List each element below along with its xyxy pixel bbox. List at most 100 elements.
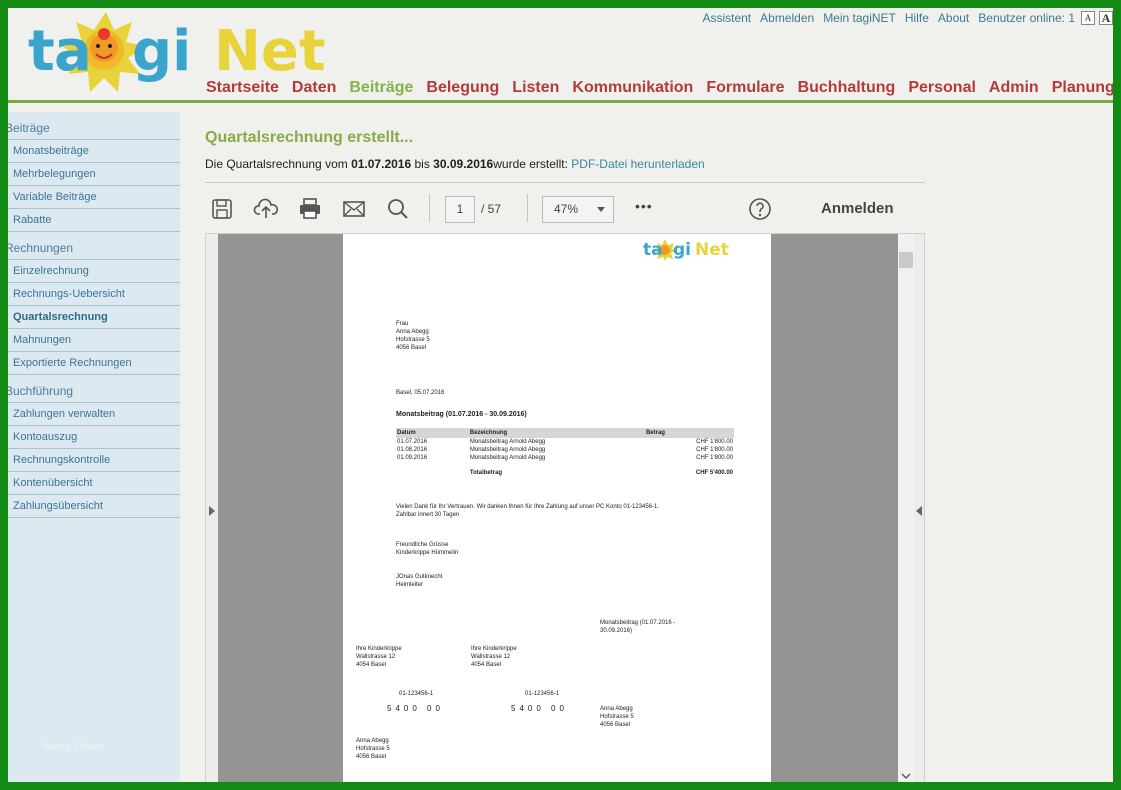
sidebar-footer-link[interactable]: Vortag / Ideen [42, 742, 104, 753]
nav-beitraege[interactable]: Beiträge [349, 79, 413, 97]
table-total-row: Totalbetrag CHF 5'400.00 [396, 462, 734, 477]
pdf-account-b: 01-123456-1 [525, 691, 560, 697]
top-link-abmelden[interactable]: Abmelden [760, 11, 814, 25]
cloud-upload-icon[interactable] [253, 196, 279, 222]
pdf-payer-left: Anna Abegg Hofstrasse 5 4056 Basel [356, 737, 390, 761]
table-row: 01.09.2016 Monatsbeitrag Arnold Abegg CH… [396, 454, 734, 462]
pdf-slip-line: 4054 Basel [356, 662, 387, 668]
top-links: Assistent Abmelden Mein tagiNET Hilfe Ab… [693, 11, 1113, 25]
sidebar-item-zahlungen-verwalten[interactable]: Zahlungen verwalten [8, 403, 180, 426]
users-online: Benutzer online: 1 [978, 11, 1075, 25]
sidebar-item-kontenuebersicht[interactable]: Kontenübersicht [8, 472, 180, 495]
toolbar-divider [429, 194, 430, 222]
nav-buchhaltung[interactable]: Buchhaltung [798, 79, 896, 97]
nav-formulare[interactable]: Formulare [706, 79, 784, 97]
pdf-slip-address-a: Ihre Kinderkrippe Wallstrasse 12 4054 Ba… [356, 645, 402, 669]
signin-button[interactable]: Anmelden [821, 200, 894, 217]
sidebar-group-rechnungen: Rechnungen [8, 232, 180, 260]
chevron-right-icon[interactable] [209, 506, 215, 516]
pdf-date-line: Basel, 05.07.2016 [396, 390, 445, 396]
pdf-col-bezeichnung: Bezeichnung [468, 428, 645, 438]
pdf-col-datum: Datum [396, 428, 469, 438]
sidebar-group-buchfuehrung: Buchführung [8, 375, 180, 403]
pdf-cell: Monatsbeitrag Arnold Abegg [469, 447, 546, 453]
pdf-greeting-line: Kinderkrippe Hümmelin [396, 550, 459, 556]
chevron-down-icon [597, 207, 605, 212]
nav-kommunikation[interactable]: Kommunikation [572, 79, 693, 97]
print-icon[interactable] [297, 196, 323, 222]
toolbar-divider [527, 194, 528, 222]
top-link-assistent[interactable]: Assistent [702, 11, 751, 25]
pdf-signer: JOnas Gutknecht Heimleiter [396, 573, 442, 589]
pdf-payer-right: Anna Abegg Hofstrasse 5 4056 Basel [600, 705, 634, 729]
table-row: 01.07.2016 Monatsbeitrag Arnold Abegg CH… [396, 438, 734, 446]
header: t a gi Net Assistent Abmelden Mein tagiN… [8, 8, 1113, 110]
pdf-amount-b: 5400 00 [511, 704, 568, 713]
sidebar-item-zahlungsuebersicht[interactable]: Zahlungsübersicht [8, 495, 180, 518]
pdf-viewer[interactable]: ta gi Net Frau Anna Abegg Hofstrasse 5 4… [205, 233, 925, 782]
pdf-slip-line: Ihre Kinderkrippe [356, 646, 402, 652]
pdf-payer-line: Anna Abegg [356, 738, 389, 744]
sidebar-item-mehrbelegungen[interactable]: Mehrbelegungen [8, 163, 180, 186]
nav-daten[interactable]: Daten [292, 79, 336, 97]
scrollbar-thumb[interactable] [899, 252, 913, 268]
pdf-payer-line: 4056 Basel [356, 754, 387, 760]
sidebar-item-monatsbeitraege[interactable]: Monatsbeiträge [8, 140, 180, 163]
viewer-scrollbar[interactable] [898, 234, 914, 782]
pdf-signer-line: JOnas Gutknecht [396, 574, 443, 580]
pdf-invoice-table: Datum Bezeichnung Betrag 01.07.2016 Mona… [396, 428, 734, 477]
top-link-about[interactable]: About [938, 11, 969, 25]
more-options-icon[interactable]: ••• [635, 198, 653, 214]
nav-belegung[interactable]: Belegung [426, 79, 499, 97]
search-icon[interactable] [385, 196, 411, 222]
sidebar-item-einzelrechnung[interactable]: Einzelrechnung [8, 260, 180, 283]
top-link-mein-taginet[interactable]: Mein tagiNET [823, 11, 896, 25]
pdf-slip-line: 4054 Basel [471, 662, 502, 668]
pdf-download-link[interactable]: PDF-Datei herunterladen [571, 157, 704, 171]
chevron-left-icon[interactable] [916, 506, 922, 516]
sidebar-item-exportierte-rechnungen[interactable]: Exportierte Rechnungen [8, 352, 180, 375]
sidebar-item-variable-beitraege[interactable]: Variable Beiträge [8, 186, 180, 209]
top-link-hilfe[interactable]: Hilfe [905, 11, 929, 25]
msg-date-from: 01.07.2016 [351, 157, 412, 171]
svg-text:Net: Net [214, 19, 326, 84]
pdf-slip-reference: Monatsbeitrag (01.07.2016 - 30.09.2016) [600, 619, 675, 635]
sidebar-item-quartalsrechnung[interactable]: Quartalsrechnung [8, 306, 180, 329]
pdf-total-label: Totalbetrag [469, 470, 503, 476]
main-nav: Startseite Daten Beiträge Belegung Liste… [206, 79, 1113, 97]
zoom-select[interactable]: 47% [542, 196, 614, 223]
svg-text:Net: Net [695, 240, 729, 260]
sidebar-item-rechnungskontrolle[interactable]: Rechnungskontrolle [8, 449, 180, 472]
pdf-cell: CHF 1'800.00 [696, 455, 733, 461]
sidebar-item-mahnungen[interactable]: Mahnungen [8, 329, 180, 352]
save-icon[interactable] [209, 196, 235, 222]
help-icon[interactable] [747, 196, 773, 222]
sidebar-item-rechnungs-uebersicht[interactable]: Rechnungs-Uebersicht [8, 283, 180, 306]
pdf-subject: Monatsbeitrag (01.07.2016 - 30.09.2016) [396, 411, 527, 418]
nav-personal[interactable]: Personal [908, 79, 976, 97]
zoom-value: 47% [554, 202, 579, 216]
sidebar-item-kontoauszug[interactable]: Kontoauszug [8, 426, 180, 449]
sidebar-item-rabatte[interactable]: Rabatte [8, 209, 180, 232]
pdf-slip-line: Ihre Kinderkrippe [471, 646, 517, 652]
nav-listen[interactable]: Listen [512, 79, 559, 97]
pdf-cell: 01.07.2016 [397, 439, 428, 445]
mail-icon[interactable] [341, 196, 367, 222]
font-smaller-button[interactable]: A [1081, 11, 1095, 25]
pdf-cell: Monatsbeitrag Arnold Abegg [469, 439, 546, 445]
page-number-input[interactable]: 1 [445, 196, 475, 223]
pdf-payer-line: Hofstrasse 5 [600, 714, 634, 720]
pdf-recipient-line: 4056 Basel [396, 345, 427, 351]
pdf-terms: Zahlbar innert 30 Tagen [396, 512, 460, 518]
font-larger-button[interactable]: A [1099, 11, 1113, 25]
chevron-down-icon[interactable] [901, 772, 911, 780]
sidebar: Beiträge Monatsbeiträge Mehrbelegungen V… [8, 112, 180, 782]
pdf-slip-ref-line: 30.09.2016) [600, 628, 633, 634]
pdf-cell: CHF 1'800.00 [696, 447, 733, 453]
pdf-col-betrag: Betrag [644, 428, 734, 438]
nav-planung[interactable]: Planung [1052, 79, 1113, 97]
nav-admin[interactable]: Admin [989, 79, 1039, 97]
msg-date-to: 30.09.2016 [433, 157, 494, 171]
pdf-recipient-line: Anna Abegg [396, 329, 429, 335]
nav-startseite[interactable]: Startseite [206, 79, 279, 97]
